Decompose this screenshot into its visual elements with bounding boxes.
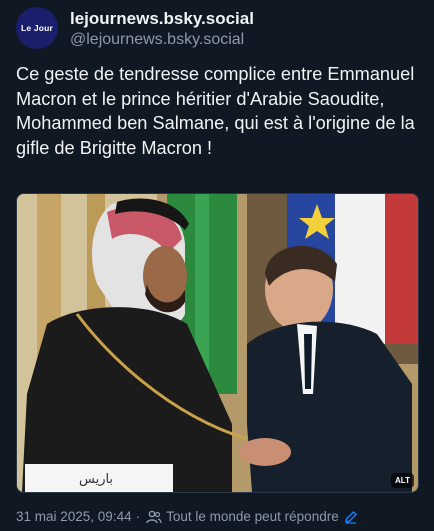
author-names: lejournews.bsky.social @lejournews.bsky.… — [70, 8, 254, 50]
display-name[interactable]: lejournews.bsky.social — [70, 8, 254, 30]
alt-badge[interactable]: ALT — [391, 473, 414, 488]
timestamp[interactable]: 31 mai 2025, 09:44 — [16, 509, 132, 524]
reply-setting[interactable]: Tout le monde peut répondre — [166, 509, 339, 524]
post-image[interactable]: باريس ALT — [16, 193, 419, 493]
post-footer: 31 mai 2025, 09:44 · Tout le monde peut … — [16, 509, 358, 524]
post-text: Ce geste de tendresse complice entre Emm… — [16, 64, 415, 158]
avatar[interactable]: Le Jour — [16, 7, 58, 49]
pencil-icon[interactable] — [344, 510, 358, 524]
separator: · — [135, 509, 141, 524]
post-header: Le Jour lejournews.bsky.social @lejourne… — [16, 7, 254, 50]
handle[interactable]: @lejournews.bsky.social — [70, 30, 254, 50]
people-icon — [146, 510, 162, 524]
photo-illustration: باريس — [17, 194, 418, 492]
image-caption: باريس — [79, 472, 113, 487]
avatar-text: Le Jour — [20, 23, 54, 33]
